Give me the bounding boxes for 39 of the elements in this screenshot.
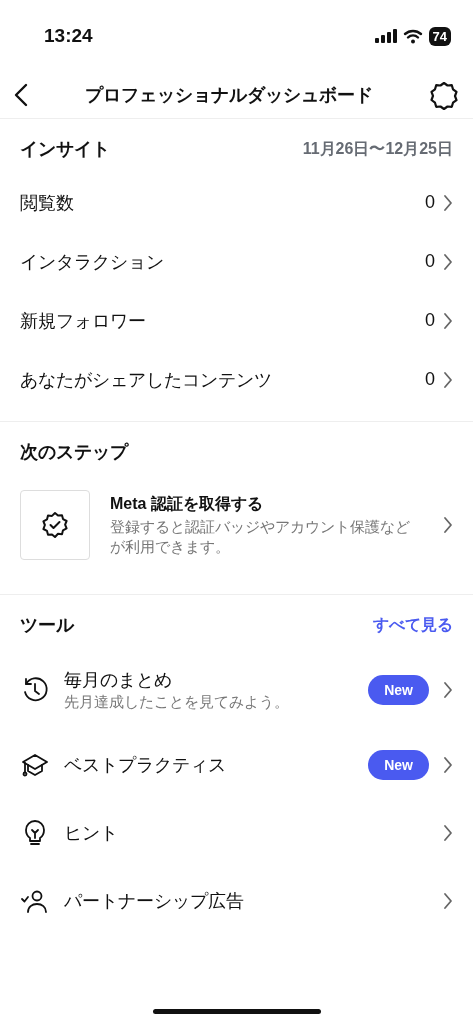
tool-label[interactable]: パートナーシップ広告: [64, 889, 429, 913]
battery-level: 74: [428, 26, 451, 46]
signal-icon: [374, 29, 397, 43]
chevron-right-icon: [443, 892, 453, 910]
chevron-right-icon: [443, 756, 453, 774]
see-all-link[interactable]: すべて見る: [373, 614, 453, 636]
date-range: 11月26日〜12月25日: [302, 138, 453, 159]
step-description: 登録すると認証バッジやアカウント保護などが利用できます。: [110, 516, 411, 557]
section-title: インサイト: [20, 138, 110, 161]
back-button[interactable]: [14, 83, 28, 107]
insight-label[interactable]: 新規フォロワー: [20, 308, 417, 333]
wifi-icon: [402, 28, 423, 44]
chevron-right-icon: [443, 252, 453, 271]
chevron-right-icon: [443, 370, 453, 389]
insight-label[interactable]: インタラクション: [20, 249, 417, 274]
step-title[interactable]: Meta 認証を取得する: [110, 493, 423, 515]
insight-value: 0: [425, 369, 435, 390]
tool-label[interactable]: ヒント: [64, 821, 429, 845]
chevron-right-icon: [443, 516, 453, 534]
tool-label[interactable]: 毎月のまとめ: [64, 668, 355, 692]
section-title: 次のステップ: [20, 441, 128, 464]
settings-button[interactable]: [429, 80, 459, 110]
chevron-right-icon: [443, 193, 453, 212]
insight-value: 0: [425, 192, 435, 213]
tool-subtitle: 先月達成したことを見てみよう。: [64, 692, 290, 712]
insight-value: 0: [425, 251, 435, 272]
verified-badge-icon: [40, 510, 70, 540]
insight-label[interactable]: 閲覧数: [20, 190, 417, 215]
chevron-right-icon: [443, 681, 453, 699]
page-title: プロフェッショナルダッシュボード: [84, 84, 373, 107]
section-title: ツール: [20, 614, 74, 637]
new-badge: New: [368, 750, 429, 780]
tool-label[interactable]: ベストプラクティス: [64, 753, 355, 777]
new-badge: New: [368, 675, 429, 705]
insight-value: 0: [425, 310, 435, 331]
status-time: 13:24: [44, 25, 93, 47]
chevron-right-icon: [443, 824, 453, 842]
chevron-right-icon: [443, 311, 453, 330]
insight-label[interactable]: あなたがシェアしたコンテンツ: [20, 367, 417, 392]
